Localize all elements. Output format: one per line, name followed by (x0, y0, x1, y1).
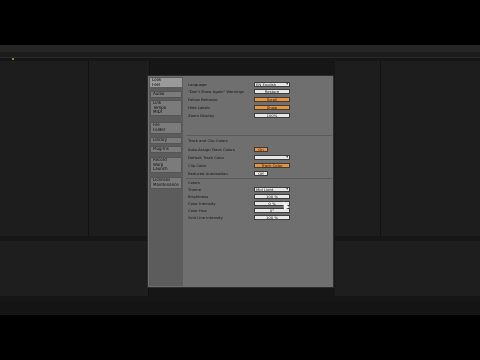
setting-default-track-color: Default Track Color (186, 154, 332, 161)
follow-behavior-toggle[interactable]: Scroll (254, 96, 290, 102)
background-track (89, 61, 150, 236)
setting-dont-show-again: "Don't Show Again" Warnings Restore (186, 88, 332, 95)
setting-theme: Theme Mid Light (186, 186, 332, 193)
background-toolbar (0, 45, 480, 52)
divider (186, 135, 332, 136)
preferences-content: Language EN English "Don't Show Again" W… (186, 78, 332, 285)
zoom-display-field[interactable]: 100% (254, 112, 290, 118)
nav-item-library[interactable]: Library (151, 138, 181, 143)
auto-assign-label: Auto-Assign Track Colors (188, 147, 235, 152)
hide-labels-toggle[interactable]: Show (254, 104, 290, 110)
background-marker (12, 58, 14, 60)
background-track (335, 61, 381, 236)
background-device-strip (335, 241, 480, 296)
grid-intensity-label: Grid Line Intensity (188, 215, 223, 220)
nav-item-feel[interactable]: Feel (150, 83, 182, 88)
nav-group-look-feel[interactable]: Look Feel (150, 78, 182, 88)
theme-label: Theme (188, 187, 202, 192)
default-track-color-label: Default Track Color (188, 155, 225, 160)
setting-zoom-display: Zoom Display 100% (186, 112, 332, 119)
section-colors: Colors (188, 180, 200, 185)
reduced-automation-toggle[interactable]: Off (254, 170, 268, 176)
nav-group-file-folder[interactable]: File Folder (150, 122, 182, 134)
nav-group-record-warp-launch[interactable]: Record Warp Launch (150, 157, 182, 173)
nav-item-maintenance[interactable]: Maintenance (151, 183, 181, 188)
brightness-label: Brightness (188, 194, 209, 199)
setting-clip-color: Clip Color Track Color (186, 162, 332, 169)
divider (186, 178, 332, 179)
hide-labels-label: Hide Labels (188, 105, 211, 110)
nav-group-licenses-maintenance[interactable]: Licenses Maintenance (150, 177, 182, 189)
auto-assign-toggle[interactable]: On (254, 146, 268, 152)
nav-item-audio[interactable]: Audio (151, 92, 181, 97)
color-hue-label: Color Hue (188, 208, 207, 213)
setting-follow-behavior: Follow Behavior Scroll (186, 96, 332, 103)
setting-grid-intensity: Grid Line Intensity 100 % (186, 214, 332, 221)
theme-select[interactable]: Mid Light (254, 186, 290, 192)
preferences-sidebar: Look Feel Audio Link Tempo MIDI File Fol… (149, 77, 183, 286)
setting-language: Language EN English (186, 81, 332, 88)
nav-item-plugins[interactable]: Plug-Ins (151, 147, 181, 152)
section-track-clip-colors: Track and Clip Colors (188, 138, 228, 143)
zoom-display-label: Zoom Display (188, 113, 215, 118)
language-label: Language (188, 82, 207, 87)
nav-group-audio[interactable]: Audio (150, 91, 182, 98)
setting-reduced-automation: Reduced Automation Off (186, 170, 332, 177)
nav-group-library[interactable]: Library (150, 137, 182, 144)
restore-button[interactable]: Restore (254, 88, 290, 94)
setting-color-intensity: Color Intensity 0 % (186, 200, 332, 207)
clip-color-label: Clip Color (188, 163, 207, 168)
default-track-color-select[interactable] (254, 154, 290, 160)
nav-item-midi[interactable]: MIDI (151, 110, 181, 115)
dont-show-label: "Don't Show Again" Warnings (188, 89, 244, 94)
background-ruler (0, 52, 480, 58)
background-device-strip (0, 241, 149, 296)
background-track (0, 61, 89, 236)
reduced-automation-label: Reduced Automation (188, 171, 228, 176)
nav-item-launch[interactable]: Launch (151, 167, 181, 172)
setting-color-hue: Color Hue 0° (186, 207, 332, 214)
grid-intensity-field[interactable]: 100 % (254, 214, 290, 220)
setting-hide-labels: Hide Labels Show (186, 104, 332, 111)
language-select[interactable]: EN English (254, 81, 290, 87)
follow-behavior-label: Follow Behavior (188, 97, 218, 102)
background-track (381, 61, 480, 236)
color-intensity-label: Color Intensity (188, 201, 216, 206)
nav-item-folder[interactable]: Folder (151, 128, 181, 133)
clip-color-toggle[interactable]: Track Color (254, 162, 290, 168)
nav-group-link-tempo-midi[interactable]: Link Tempo MIDI (150, 100, 182, 116)
setting-brightness: Brightness 100 % (186, 193, 332, 200)
background-statusbar (0, 303, 480, 315)
brightness-field[interactable]: 100 % (254, 193, 290, 199)
setting-auto-assign: Auto-Assign Track Colors On (186, 146, 332, 153)
preferences-dialog: Look Feel Audio Link Tempo MIDI File Fol… (147, 75, 334, 288)
nav-group-plugins[interactable]: Plug-Ins (150, 146, 182, 153)
